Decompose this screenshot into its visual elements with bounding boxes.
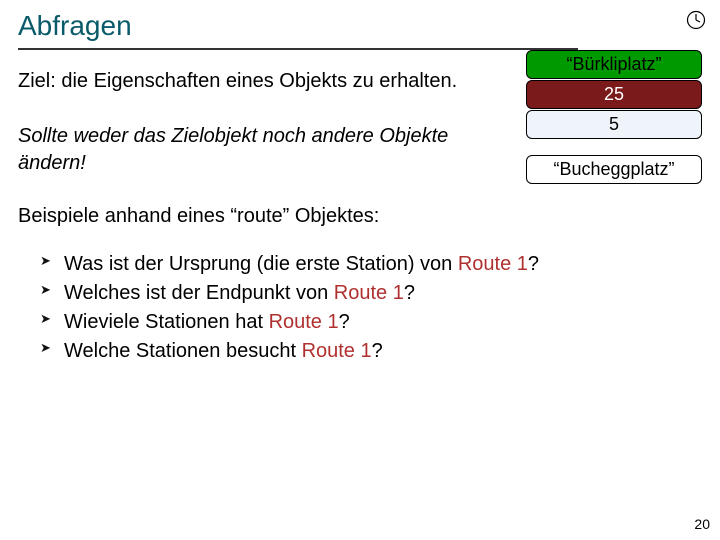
- attribute-box-3: 5: [526, 110, 702, 139]
- examples-lead: Beispiele anhand eines “route” Objektes:: [18, 205, 702, 228]
- route-term: Route 1: [269, 311, 339, 333]
- route-term: Route 1: [334, 282, 404, 304]
- corner-logo: [686, 10, 706, 35]
- bullet-text: Welches ist der Endpunkt von: [64, 282, 334, 304]
- list-item: Welches ist der Endpunkt von Route 1?: [64, 279, 702, 308]
- lead-paragraph-2: Sollte weder das Zielobjekt noch andere …: [18, 123, 488, 177]
- bullet-suffix: ?: [372, 340, 383, 362]
- list-item: Wieviele Stationen hat Route 1?: [64, 308, 702, 337]
- list-item: Was ist der Ursprung (die erste Station)…: [64, 250, 702, 279]
- attribute-box-1: “Bürkliplatz”: [526, 50, 702, 79]
- bullet-suffix: ?: [339, 311, 350, 333]
- page-number: 20: [694, 516, 710, 532]
- route-term: Route 1: [302, 340, 372, 362]
- bullet-text: Wieviele Stationen hat: [64, 311, 269, 333]
- bullet-text: Welche Stationen besucht: [64, 340, 302, 362]
- route-term: Route 1: [458, 253, 528, 275]
- slide-title: Abfragen: [0, 0, 720, 48]
- attribute-box-4: “Bucheggplatz”: [526, 155, 702, 184]
- bullet-list: Was ist der Ursprung (die erste Station)…: [18, 250, 702, 366]
- bullet-text: Was ist der Ursprung (die erste Station)…: [64, 253, 458, 275]
- list-item: Welche Stationen besucht Route 1?: [64, 337, 702, 366]
- attribute-box-2: 25: [526, 80, 702, 109]
- bullet-suffix: ?: [528, 253, 539, 275]
- object-attribute-boxes: “Bürkliplatz” 25 5 “Bucheggplatz”: [526, 50, 702, 185]
- lead-paragraph: Ziel: die Eigenschaften eines Objekts zu…: [18, 68, 478, 95]
- bullet-suffix: ?: [404, 282, 415, 304]
